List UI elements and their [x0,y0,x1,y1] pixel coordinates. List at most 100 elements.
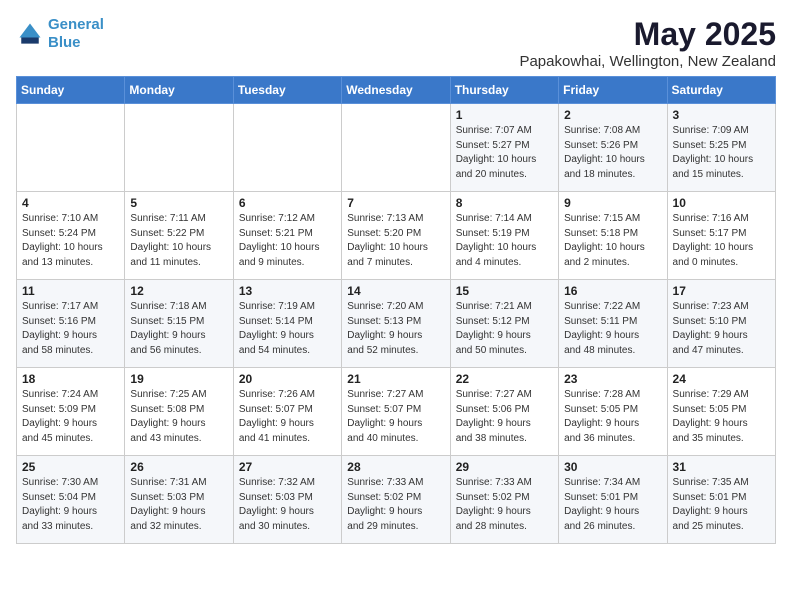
day-info: Sunrise: 7:35 AM Sunset: 5:01 PM Dayligh… [673,476,770,534]
day-number: 17 [673,284,770,298]
weekday-header-wednesday: Wednesday [342,77,450,104]
title-block: May 2025 Papakowhai, Wellington, New Zea… [519,16,776,70]
day-number: 14 [347,284,444,298]
calendar-cell: 8 Sunrise: 7:14 AM Sunset: 5:19 PM Daylig… [450,192,558,280]
calendar-cell: 19 Sunrise: 7:25 AM Sunset: 5:08 PM Dayli… [125,368,233,456]
week-row-5: 25 Sunrise: 7:30 AM Sunset: 5:04 PM Dayli… [17,456,776,544]
day-info: Sunrise: 7:25 AM Sunset: 5:08 PM Dayligh… [130,388,227,446]
day-info: Sunrise: 7:33 AM Sunset: 5:02 PM Dayligh… [456,476,553,534]
day-info: Sunrise: 7:10 AM Sunset: 5:24 PM Dayligh… [22,212,119,270]
month-title: May 2025 [519,16,776,53]
calendar-cell: 2 Sunrise: 7:08 AM Sunset: 5:26 PM Daylig… [559,104,667,192]
calendar-cell: 14 Sunrise: 7:20 AM Sunset: 5:13 PM Dayli… [342,280,450,368]
day-info: Sunrise: 7:31 AM Sunset: 5:03 PM Dayligh… [130,476,227,534]
day-info: Sunrise: 7:32 AM Sunset: 5:03 PM Dayligh… [239,476,336,534]
day-info: Sunrise: 7:09 AM Sunset: 5:25 PM Dayligh… [673,124,770,182]
calendar-cell: 3 Sunrise: 7:09 AM Sunset: 5:25 PM Daylig… [667,104,775,192]
day-number: 12 [130,284,227,298]
logo-icon [16,20,44,48]
calendar-cell: 7Sunrise: 7:13 AM Sunset: 5:20 PM Daylig… [342,192,450,280]
day-number: 6 [239,196,336,210]
logo-text: General Blue [48,16,104,52]
calendar-cell: 15 Sunrise: 7:21 AM Sunset: 5:12 PM Dayli… [450,280,558,368]
calendar-cell: 12 Sunrise: 7:18 AM Sunset: 5:15 PM Dayli… [125,280,233,368]
day-info: Sunrise: 7:07 AM Sunset: 5:27 PM Dayligh… [456,124,553,182]
day-number: 1 [456,108,553,122]
weekday-header-thursday: Thursday [450,77,558,104]
weekday-header-sunday: Sunday [17,77,125,104]
day-info: Sunrise: 7:18 AM Sunset: 5:15 PM Dayligh… [130,300,227,358]
day-info: Sunrise: 7:22 AM Sunset: 5:11 PM Dayligh… [564,300,661,358]
calendar-cell [125,104,233,192]
day-number: 28 [347,460,444,474]
day-info: Sunrise: 7:14 AM Sunset: 5:19 PM Dayligh… [456,212,553,270]
day-info: Sunrise: 7:12 AM Sunset: 5:21 PM Dayligh… [239,212,336,270]
day-number: 24 [673,372,770,386]
day-number: 4 [22,196,119,210]
day-info: Sunrise: 7:15 AM Sunset: 5:18 PM Dayligh… [564,212,661,270]
day-number: 23 [564,372,661,386]
day-info: Sunrise: 7:27 AM Sunset: 5:06 PM Dayligh… [456,388,553,446]
calendar-cell: 6 Sunrise: 7:12 AM Sunset: 5:21 PM Daylig… [233,192,341,280]
day-info: Sunrise: 7:19 AM Sunset: 5:14 PM Dayligh… [239,300,336,358]
page-header: General Blue May 2025 Papakowhai, Wellin… [16,16,776,70]
week-row-4: 18 Sunrise: 7:24 AM Sunset: 5:09 PM Dayli… [17,368,776,456]
day-info: Sunrise: 7:28 AM Sunset: 5:05 PM Dayligh… [564,388,661,446]
day-number: 9 [564,196,661,210]
calendar-cell: 13 Sunrise: 7:19 AM Sunset: 5:14 PM Dayli… [233,280,341,368]
day-number: 26 [130,460,227,474]
day-info: Sunrise: 7:33 AM Sunset: 5:02 PM Dayligh… [347,476,444,534]
calendar-cell: 10Sunrise: 7:16 AM Sunset: 5:17 PM Dayli… [667,192,775,280]
day-info: Sunrise: 7:23 AM Sunset: 5:10 PM Dayligh… [673,300,770,358]
logo: General Blue [16,16,104,52]
weekday-header-tuesday: Tuesday [233,77,341,104]
day-info: Sunrise: 7:30 AM Sunset: 5:04 PM Dayligh… [22,476,119,534]
calendar-cell: 29 Sunrise: 7:33 AM Sunset: 5:02 PM Dayli… [450,456,558,544]
day-number: 29 [456,460,553,474]
calendar-cell [17,104,125,192]
calendar-cell: 21 Sunrise: 7:27 AM Sunset: 5:07 PM Dayli… [342,368,450,456]
day-number: 19 [130,372,227,386]
calendar-cell: 5Sunrise: 7:11 AM Sunset: 5:22 PM Daylig… [125,192,233,280]
day-number: 18 [22,372,119,386]
weekday-header-row: SundayMondayTuesdayWednesdayThursdayFrid… [17,77,776,104]
logo-line2: Blue [48,34,81,51]
calendar-cell: 22 Sunrise: 7:27 AM Sunset: 5:06 PM Dayli… [450,368,558,456]
calendar-cell: 4 Sunrise: 7:10 AM Sunset: 5:24 PM Daylig… [17,192,125,280]
day-info: Sunrise: 7:13 AM Sunset: 5:20 PM Dayligh… [347,212,444,270]
day-number: 21 [347,372,444,386]
calendar-cell: 24 Sunrise: 7:29 AM Sunset: 5:05 PM Dayli… [667,368,775,456]
day-info: Sunrise: 7:27 AM Sunset: 5:07 PM Dayligh… [347,388,444,446]
calendar-cell: 9 Sunrise: 7:15 AM Sunset: 5:18 PM Daylig… [559,192,667,280]
calendar-cell: 28 Sunrise: 7:33 AM Sunset: 5:02 PM Dayli… [342,456,450,544]
day-info: Sunrise: 7:24 AM Sunset: 5:09 PM Dayligh… [22,388,119,446]
calendar-cell: 17 Sunrise: 7:23 AM Sunset: 5:10 PM Dayli… [667,280,775,368]
day-number: 30 [564,460,661,474]
day-number: 15 [456,284,553,298]
day-number: 11 [22,284,119,298]
calendar-cell: 1 Sunrise: 7:07 AM Sunset: 5:27 PM Daylig… [450,104,558,192]
calendar-cell: 25 Sunrise: 7:30 AM Sunset: 5:04 PM Dayli… [17,456,125,544]
calendar-cell: 27Sunrise: 7:32 AM Sunset: 5:03 PM Dayli… [233,456,341,544]
day-info: Sunrise: 7:26 AM Sunset: 5:07 PM Dayligh… [239,388,336,446]
day-info: Sunrise: 7:20 AM Sunset: 5:13 PM Dayligh… [347,300,444,358]
day-info: Sunrise: 7:34 AM Sunset: 5:01 PM Dayligh… [564,476,661,534]
day-number: 13 [239,284,336,298]
day-number: 25 [22,460,119,474]
day-info: Sunrise: 7:21 AM Sunset: 5:12 PM Dayligh… [456,300,553,358]
day-info: Sunrise: 7:16 AM Sunset: 5:17 PM Dayligh… [673,212,770,270]
calendar-table: SundayMondayTuesdayWednesdayThursdayFrid… [16,76,776,544]
calendar-cell: 20Sunrise: 7:26 AM Sunset: 5:07 PM Dayli… [233,368,341,456]
week-row-2: 4 Sunrise: 7:10 AM Sunset: 5:24 PM Daylig… [17,192,776,280]
calendar-cell: 23 Sunrise: 7:28 AM Sunset: 5:05 PM Dayli… [559,368,667,456]
location-title: Papakowhai, Wellington, New Zealand [519,53,776,70]
day-info: Sunrise: 7:17 AM Sunset: 5:16 PM Dayligh… [22,300,119,358]
calendar-cell: 11 Sunrise: 7:17 AM Sunset: 5:16 PM Dayli… [17,280,125,368]
day-number: 3 [673,108,770,122]
day-number: 2 [564,108,661,122]
day-number: 22 [456,372,553,386]
weekday-header-saturday: Saturday [667,77,775,104]
day-number: 8 [456,196,553,210]
day-info: Sunrise: 7:29 AM Sunset: 5:05 PM Dayligh… [673,388,770,446]
day-info: Sunrise: 7:08 AM Sunset: 5:26 PM Dayligh… [564,124,661,182]
